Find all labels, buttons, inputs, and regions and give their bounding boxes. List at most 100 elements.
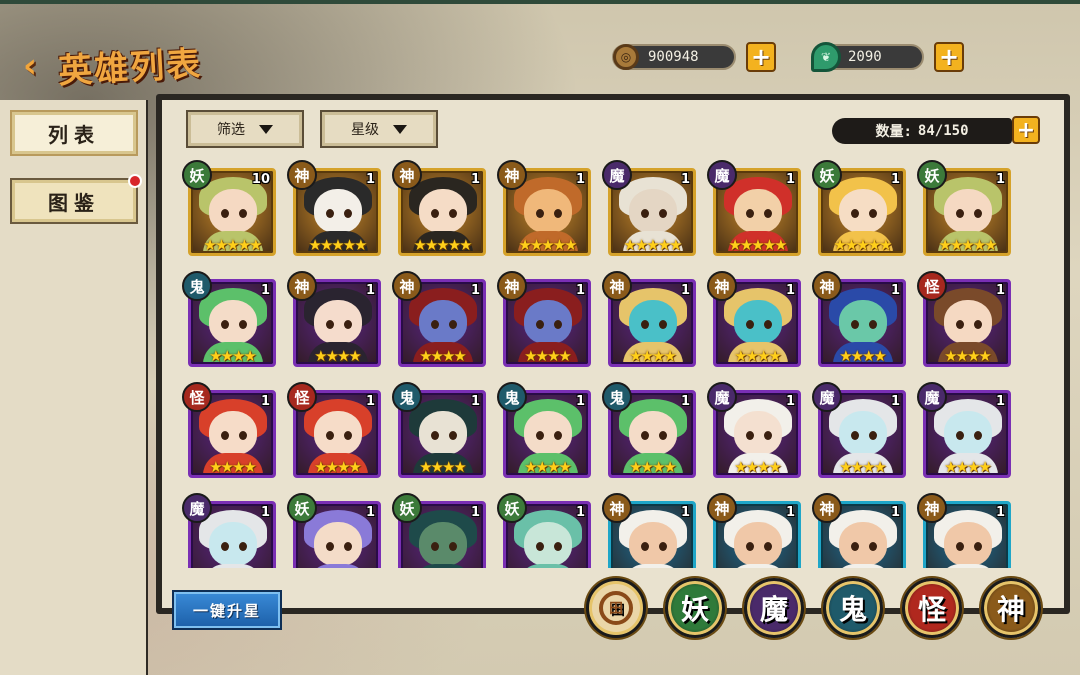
tab-list[interactable]: 列表 xyxy=(10,110,138,156)
star-rating: ★★★★ xyxy=(629,347,677,365)
hero-card[interactable]: 神1★★★★ xyxy=(392,271,486,367)
hero-level: 1 xyxy=(575,505,585,520)
type-badge: 鬼 xyxy=(392,382,422,412)
hero-card[interactable]: 魔1★★★★ xyxy=(917,382,1011,478)
hero-card[interactable]: 魔1★★★★ xyxy=(812,382,906,478)
category-guai-button[interactable]: 怪 xyxy=(902,578,962,638)
hero-card[interactable]: 妖 1 ★★★★★ xyxy=(812,160,906,256)
type-badge: 怪 xyxy=(287,382,317,412)
one-click-upgrade-button[interactable]: 一键升星 xyxy=(172,590,282,630)
category-all-button[interactable]: 田 xyxy=(586,578,646,638)
back-button[interactable]: ‹ xyxy=(10,46,50,86)
type-badge: 妖 xyxy=(392,493,422,523)
hero-grid-viewport[interactable]: 妖 10 ★★★★★ 神 1 ★★★★★ 神 1 ★★★★★ 神 1 ★★★★★ 魔 1 ★★★★★ 魔 1 ★★… xyxy=(176,158,1028,568)
star-rating: ★★★★ xyxy=(839,347,887,365)
star-rating: ★★★★★ xyxy=(728,236,787,254)
hero-level: 1 xyxy=(365,172,375,187)
type-badge: 神 xyxy=(812,271,842,301)
star-rating: ★★★★ xyxy=(314,347,362,365)
category-yao-button[interactable]: 妖 xyxy=(665,578,725,638)
type-badge: 神 xyxy=(602,493,632,523)
hero-level: 1 xyxy=(260,394,270,409)
hero-card[interactable]: 妖1★★★★ xyxy=(497,493,591,568)
type-badge: 神 xyxy=(812,493,842,523)
add-jade-button[interactable]: + xyxy=(934,42,964,72)
category-label: 神 xyxy=(996,593,1025,626)
star-rating: ★★★★ xyxy=(524,458,572,476)
expand-capacity-button[interactable]: + xyxy=(1012,116,1040,144)
hero-card[interactable]: 妖 1 ★★★★★ xyxy=(917,160,1011,256)
hero-card[interactable]: 神 1 ★★★★★ xyxy=(497,160,591,256)
hero-card[interactable]: 鬼 1 ★★★★ xyxy=(497,382,591,478)
hero-card[interactable]: 神1★★★★ xyxy=(497,271,591,367)
type-badge: 神 xyxy=(392,160,422,190)
hero-count: 数量: 84/150 xyxy=(832,118,1012,144)
hero-card[interactable]: 魔 1 ★★★★★ xyxy=(707,160,801,256)
type-badge: 神 xyxy=(707,493,737,523)
hero-card[interactable]: 鬼 1 ★★★★ xyxy=(392,382,486,478)
hero-level: 1 xyxy=(785,172,795,187)
star-rating: ★★★★ xyxy=(734,347,782,365)
hero-card[interactable]: 魔1★★★★ xyxy=(707,382,801,478)
page-title: 英雄列表 xyxy=(57,44,204,92)
hero-level: 1 xyxy=(995,172,1005,187)
type-badge: 神 xyxy=(707,271,737,301)
hero-card[interactable]: 魔1★★★★ xyxy=(182,493,276,568)
star-rating: ★★★★ xyxy=(944,458,992,476)
jade-icon: ❦ xyxy=(806,38,846,76)
filter-dropdown[interactable]: 筛选 xyxy=(186,110,304,148)
hero-card[interactable]: 怪 1 ★★★★ xyxy=(182,382,276,478)
star-rating: ★★★★ xyxy=(944,347,992,365)
category-mo-button[interactable]: 魔 xyxy=(744,578,804,638)
type-badge: 神 xyxy=(287,271,317,301)
hero-card[interactable]: 妖1★★★★ xyxy=(287,493,381,568)
star-rating: ★★★★★ xyxy=(413,236,472,254)
hero-card[interactable]: 怪 1 ★★★★ xyxy=(917,271,1011,367)
hero-level: 1 xyxy=(575,394,585,409)
hero-level: 1 xyxy=(260,283,270,298)
star-rating: ★★★★ xyxy=(419,458,467,476)
hero-card[interactable]: 妖1★★★★ xyxy=(392,493,486,568)
type-badge: 妖 xyxy=(917,160,947,190)
type-badge: 魔 xyxy=(182,493,212,523)
hero-card[interactable]: 神 1 ★★★★★ xyxy=(287,160,381,256)
category-label: 魔 xyxy=(759,593,788,626)
hero-level: 1 xyxy=(680,394,690,409)
hero-card[interactable]: 妖 10 ★★★★★ xyxy=(182,160,276,256)
hero-level: 1 xyxy=(470,172,480,187)
hero-card[interactable]: 鬼 1 ★★★★ xyxy=(182,271,276,367)
hero-card[interactable]: 神1★★★★ xyxy=(812,493,906,568)
filter-label: 筛选 xyxy=(217,122,245,138)
star-rating: ★★★★★ xyxy=(623,236,682,254)
star-rating: ★★★★★ xyxy=(308,236,367,254)
hero-card[interactable]: 神1★★★★ xyxy=(707,271,801,367)
count-value: 84/150 xyxy=(917,123,969,139)
tab-codex[interactable]: 图鉴 xyxy=(10,174,142,224)
star-label: 星级 xyxy=(351,122,379,138)
hero-card[interactable]: 神1★★★★ xyxy=(812,271,906,367)
star-rating: ★★★★ xyxy=(839,458,887,476)
hero-card[interactable]: 神 1 ★★★★ xyxy=(287,271,381,367)
category-gui-button[interactable]: 鬼 xyxy=(823,578,883,638)
category-shen-button[interactable]: 神 xyxy=(981,578,1041,638)
hero-card[interactable]: 神1★★★★ xyxy=(707,493,801,568)
hero-card[interactable]: 神 1 ★★★★★ xyxy=(392,160,486,256)
hero-card[interactable]: 怪 1 ★★★★ xyxy=(287,382,381,478)
hero-level: 1 xyxy=(365,394,375,409)
category-filters: 田妖 魔 鬼怪 神 xyxy=(586,578,1041,638)
hero-card[interactable]: 神1★★★★ xyxy=(917,493,1011,568)
hero-card[interactable]: 神 1 ★★★★ xyxy=(602,271,696,367)
hero-level: 1 xyxy=(470,505,480,520)
type-badge: 神 xyxy=(602,271,632,301)
type-badge: 怪 xyxy=(917,271,947,301)
dropdown-arrow-icon xyxy=(259,124,273,134)
hero-level: 1 xyxy=(680,283,690,298)
hero-card[interactable]: 魔 1 ★★★★★ xyxy=(602,160,696,256)
count-label: 数量: xyxy=(875,124,912,140)
add-coins-button[interactable]: + xyxy=(746,42,776,72)
hero-card[interactable]: 鬼 1 ★★★★ xyxy=(602,382,696,478)
star-dropdown[interactable]: 星级 xyxy=(320,110,438,148)
hero-level: 1 xyxy=(575,172,585,187)
hero-card[interactable]: 神1★★★★ xyxy=(602,493,696,568)
hero-level: 1 xyxy=(365,283,375,298)
